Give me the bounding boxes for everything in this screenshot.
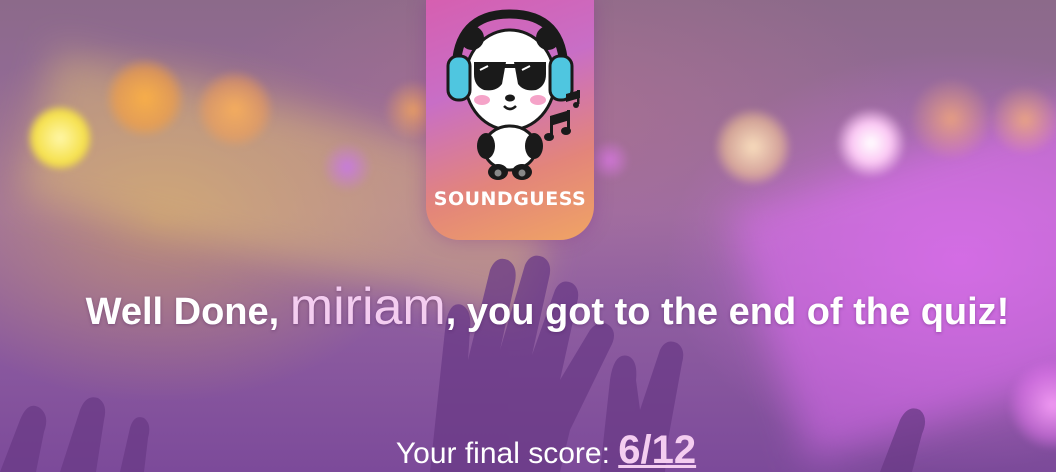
final-score: Your final score: 6/12 <box>0 428 1056 472</box>
score-value: 6/12 <box>618 428 697 472</box>
player-name: miriam <box>289 278 446 336</box>
quiz-end-screen: SOUNDGUESS Well Done, miriam, you got to… <box>0 0 1056 472</box>
score-label: Your final score: <box>395 437 619 470</box>
music-note-icon <box>544 90 580 141</box>
completion-message: Well Done, miriam, you got to the end of… <box>60 281 1035 337</box>
greeting-prefix: Well Done, <box>85 291 290 333</box>
greeting-suffix: , you got to the end of the quiz! <box>445 291 1010 333</box>
soundguess-logo: SOUNDGUESS <box>426 0 594 240</box>
logo-wordmark: SOUNDGUESS <box>433 188 587 210</box>
